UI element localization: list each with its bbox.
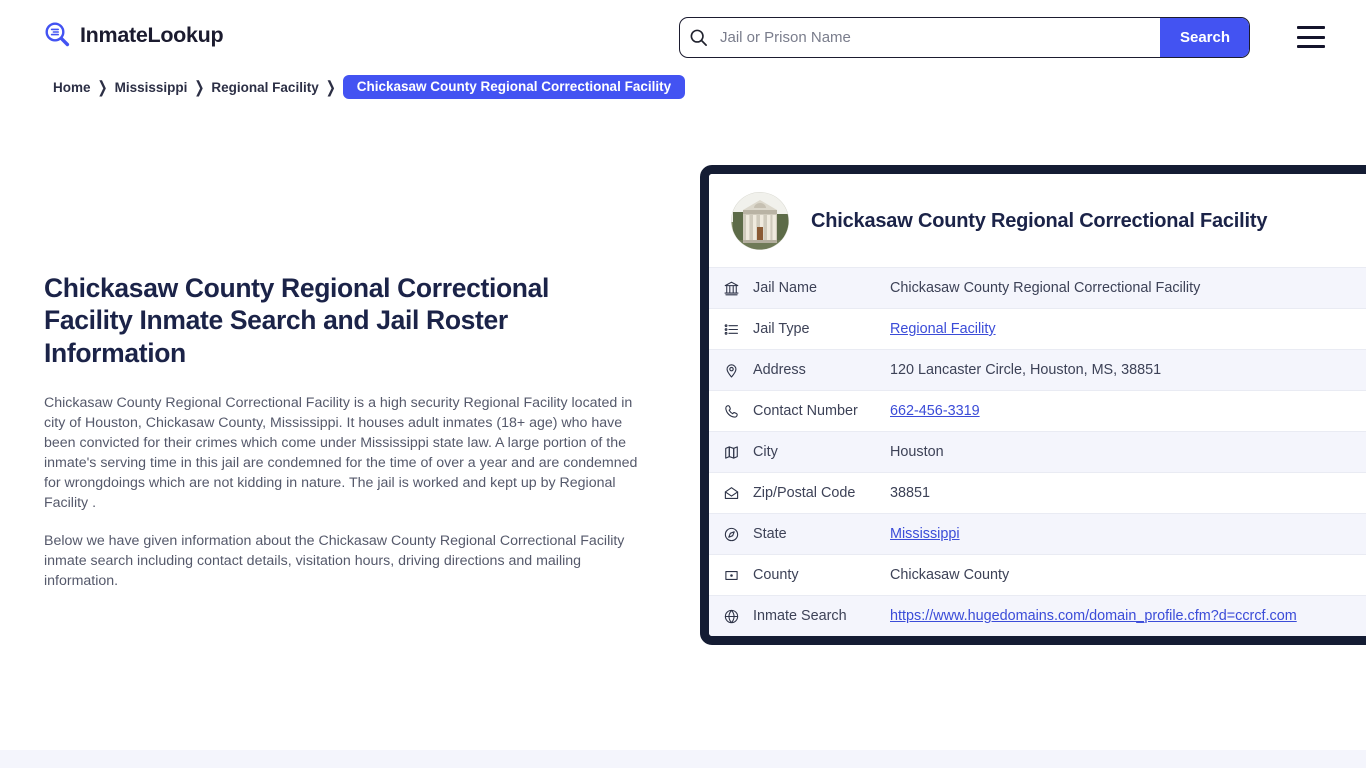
- table-row: State Mississippi: [709, 513, 1366, 554]
- chevron-right-icon: ❯: [194, 77, 205, 97]
- breadcrumb-item-regional-facility[interactable]: Regional Facility: [211, 80, 318, 95]
- facility-details-table: Jail Name Chickasaw County Regional Corr…: [709, 267, 1366, 636]
- hamburger-menu-icon[interactable]: [1297, 26, 1325, 48]
- footer-strip: [0, 750, 1366, 768]
- table-row: County Chickasaw County: [709, 554, 1366, 595]
- search-input[interactable]: [716, 18, 1160, 57]
- article-column: Chickasaw County Regional Correctional F…: [44, 272, 644, 591]
- article-paragraph-1: Chickasaw County Regional Correctional F…: [44, 394, 638, 511]
- map-pin-icon: [709, 362, 753, 379]
- page-title: Chickasaw County Regional Correctional F…: [44, 273, 550, 368]
- row-value-jail-name: Chickasaw County Regional Correctional F…: [890, 280, 1201, 296]
- hamburger-bar: [1297, 26, 1325, 29]
- row-label: Inmate Search: [753, 608, 847, 624]
- table-row: Jail Type Regional Facility: [709, 308, 1366, 349]
- table-row: Inmate Search https://www.hugedomains.co…: [709, 595, 1366, 636]
- chevron-right-icon: ❯: [325, 77, 336, 97]
- table-row: Address 120 Lancaster Circle, Houston, M…: [709, 349, 1366, 390]
- search-form: Search: [679, 17, 1250, 58]
- row-label: Jail Type: [753, 321, 810, 337]
- envelope-icon: [709, 485, 753, 502]
- row-value-zip: 38851: [890, 485, 931, 501]
- chevron-right-icon: ❯: [97, 77, 108, 97]
- breadcrumb-item-home[interactable]: Home: [53, 80, 91, 95]
- jail-type-link[interactable]: Regional Facility: [890, 321, 996, 337]
- phone-icon: [709, 403, 753, 420]
- row-value-contact-number: 662-456-3319: [890, 399, 1366, 423]
- bank-building-icon: [709, 280, 753, 297]
- search-button[interactable]: Search: [1160, 18, 1249, 57]
- magnifier-logo-icon: [42, 20, 72, 50]
- row-label: County: [753, 567, 799, 583]
- facility-info-card: Chickasaw County Regional Correctional F…: [700, 165, 1366, 645]
- row-value-county: Chickasaw County: [890, 567, 1010, 583]
- row-label: Address: [753, 362, 806, 378]
- breadcrumb: Home ❯ Mississippi ❯ Regional Facility ❯…: [53, 74, 686, 100]
- row-value-jail-type: Regional Facility: [890, 317, 1366, 341]
- table-row: City Houston: [709, 431, 1366, 472]
- globe-icon: [709, 608, 753, 625]
- table-row: Zip/Postal Code 38851: [709, 472, 1366, 513]
- state-link[interactable]: Mississippi: [890, 526, 960, 542]
- row-value-state: Mississippi: [890, 522, 1366, 546]
- facility-card-title: Chickasaw County Regional Correctional F…: [811, 209, 1268, 232]
- row-value-inmate-search: https://www.hugedomains.com/domain_profi…: [890, 602, 1366, 630]
- row-label: Jail Name: [753, 280, 817, 296]
- hamburger-bar: [1297, 45, 1325, 48]
- table-row: Jail Name Chickasaw County Regional Corr…: [709, 267, 1366, 308]
- courthouse-photo: [731, 192, 789, 250]
- breadcrumb-item-current: Chickasaw County Regional Correctional F…: [342, 74, 686, 100]
- facility-card-header: Chickasaw County Regional Correctional F…: [709, 174, 1366, 267]
- search-icon: [680, 18, 716, 57]
- phone-link[interactable]: 662-456-3319: [890, 403, 980, 419]
- article-paragraph-2: Below we have given information about th…: [44, 532, 625, 589]
- row-label: State: [753, 526, 787, 542]
- row-value-address: 120 Lancaster Circle, Houston, MS, 38851: [890, 362, 1162, 378]
- breadcrumb-item-mississippi[interactable]: Mississippi: [115, 80, 188, 95]
- brand-logo-link[interactable]: InmateLookup: [42, 20, 224, 50]
- row-value-city: Houston: [890, 444, 944, 460]
- county-marker-icon: [709, 567, 753, 584]
- map-icon: [709, 444, 753, 461]
- hamburger-bar: [1297, 35, 1325, 39]
- row-label: Contact Number: [753, 403, 858, 419]
- table-row: Contact Number 662-456-3319: [709, 390, 1366, 431]
- list-icon: [709, 321, 753, 338]
- row-label: Zip/Postal Code: [753, 485, 856, 501]
- globe-compass-icon: [709, 526, 753, 543]
- inmate-search-link[interactable]: https://www.hugedomains.com/domain_profi…: [890, 608, 1297, 624]
- row-label: City: [753, 444, 778, 460]
- brand-name: InmateLookup: [80, 22, 224, 47]
- site-header: InmateLookup Search: [0, 0, 1366, 75]
